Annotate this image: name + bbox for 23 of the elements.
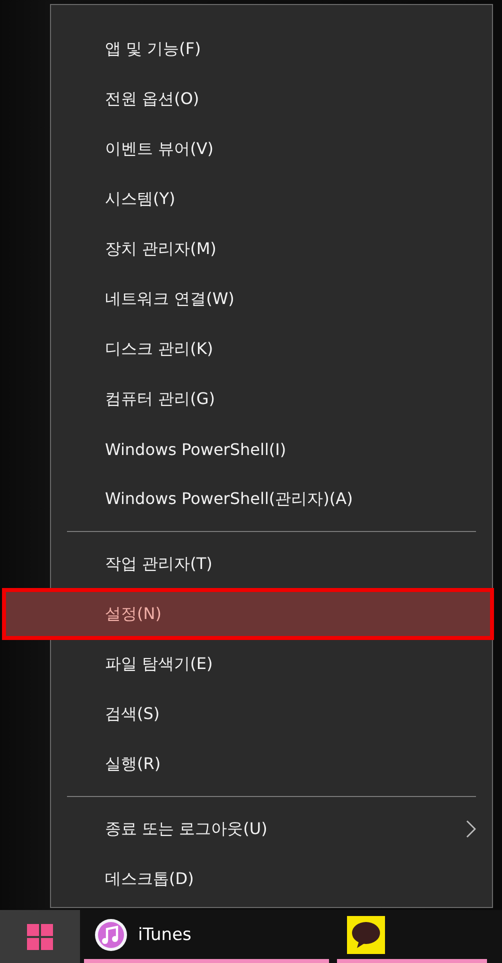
menu-item[interactable]: 설정(N) — [3, 589, 493, 639]
chevron-right-icon — [466, 820, 476, 838]
menu-item[interactable]: 파일 탐색기(E) — [51, 639, 492, 689]
menu-item[interactable]: 종료 또는 로그아웃(U) — [51, 804, 492, 854]
menu-item[interactable]: 전원 옵션(O) — [51, 74, 492, 124]
menu-item[interactable]: 컴퓨터 관리(G) — [51, 374, 492, 424]
taskbar-app[interactable]: iTunes — [84, 910, 329, 963]
menu-item[interactable]: Windows PowerShell(I) — [51, 424, 492, 474]
menu-item[interactable]: 실행(R) — [51, 739, 492, 789]
windows-logo-icon — [27, 924, 53, 950]
menu-item[interactable]: 이벤트 뷰어(V) — [51, 124, 492, 174]
speech-bubble-icon — [347, 916, 385, 954]
menu-item[interactable]: 디스크 관리(K) — [51, 324, 492, 374]
menu-item[interactable]: 장치 관리자(M) — [51, 224, 492, 274]
menu-item[interactable]: 데스크톱(D) — [51, 854, 492, 904]
menu-item[interactable]: Windows PowerShell(관리자)(A) — [51, 474, 492, 524]
menu-item[interactable]: 작업 관리자(T) — [51, 539, 492, 589]
music-note-icon — [94, 918, 128, 952]
menu-item[interactable]: 검색(S) — [51, 689, 492, 739]
menu-item[interactable]: 시스템(Y) — [51, 174, 492, 224]
start-button[interactable] — [0, 910, 80, 963]
menu-item[interactable]: 네트워크 연결(W) — [51, 274, 492, 324]
menu-item[interactable]: 앱 및 기능(F) — [51, 24, 492, 74]
